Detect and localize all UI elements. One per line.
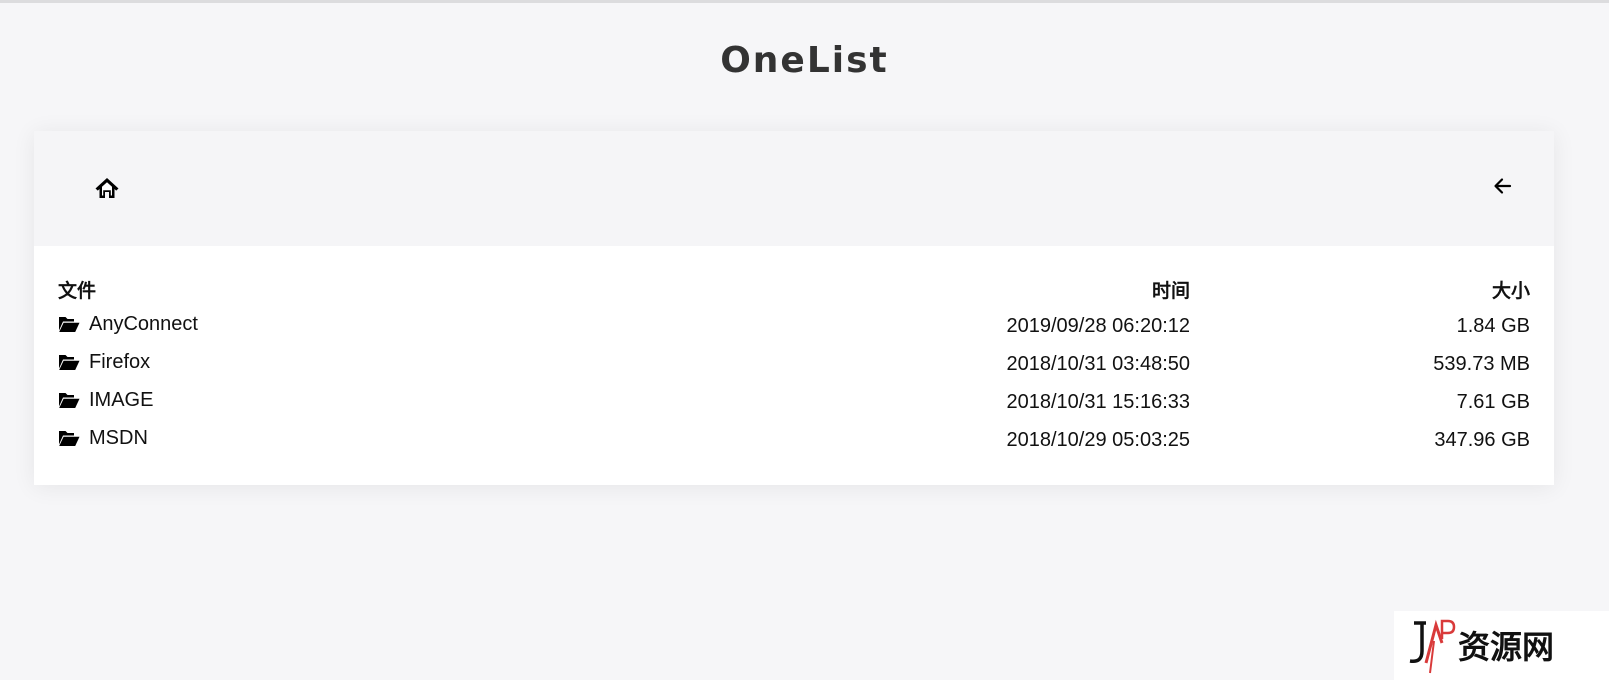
home-icon <box>95 178 119 198</box>
header-time[interactable]: 时间 <box>850 271 1190 307</box>
file-time: 2018/10/29 05:03:25 <box>1006 428 1190 451</box>
folder-link[interactable]: AnyConnect <box>58 313 198 336</box>
header-name[interactable]: 文件 <box>58 271 850 307</box>
file-time: 2018/10/31 15:16:33 <box>1006 390 1190 413</box>
folder-link[interactable]: IMAGE <box>58 389 153 412</box>
home-button[interactable] <box>94 176 120 200</box>
file-name: MSDN <box>89 426 148 449</box>
folder-link[interactable]: Firefox <box>58 351 150 374</box>
file-name: Firefox <box>89 350 151 373</box>
file-size: 7.61 GB <box>1456 390 1530 413</box>
folder-open-icon <box>59 355 80 371</box>
watermark: 资源网 <box>1394 611 1609 680</box>
table-header-row: 文件 时间 大小 <box>58 271 1530 307</box>
folder-link[interactable]: MSDN <box>58 427 148 450</box>
back-button[interactable] <box>1490 174 1516 198</box>
file-name: AnyConnect <box>89 312 198 335</box>
watermark-logo <box>1409 619 1456 674</box>
arrow-left-icon <box>1494 178 1512 194</box>
table-row[interactable]: AnyConnect 2019/09/28 06:20:12 1.84 GB <box>58 307 1530 345</box>
header-size[interactable]: 大小 <box>1190 271 1530 307</box>
folder-open-icon <box>59 317 80 333</box>
watermark-text: 资源网 <box>1458 628 1555 666</box>
site-title: OneList <box>720 40 889 81</box>
file-name: IMAGE <box>89 388 154 411</box>
table-row[interactable]: IMAGE 2018/10/31 15:16:33 7.61 GB <box>58 383 1530 421</box>
file-time: 2018/10/31 03:48:50 <box>1006 352 1190 375</box>
folder-open-icon <box>59 431 80 447</box>
table-row[interactable]: Firefox 2018/10/31 03:48:50 539.73 MB <box>58 345 1530 383</box>
file-size: 1.84 GB <box>1456 314 1530 337</box>
file-browser-card: 文件 时间 大小 AnyConnect 2019/09/28 06:20:12 … <box>34 131 1554 485</box>
table-row[interactable]: MSDN 2018/10/29 05:03:25 347.96 GB <box>58 421 1530 459</box>
top-border <box>0 0 1609 3</box>
toolbar <box>34 131 1554 246</box>
file-time: 2019/09/28 06:20:12 <box>1006 314 1190 337</box>
file-table: 文件 时间 大小 AnyConnect 2019/09/28 06:20:12 … <box>58 271 1530 459</box>
folder-open-icon <box>59 393 80 409</box>
file-size: 347.96 GB <box>1434 428 1530 451</box>
file-size: 539.73 MB <box>1433 352 1530 375</box>
